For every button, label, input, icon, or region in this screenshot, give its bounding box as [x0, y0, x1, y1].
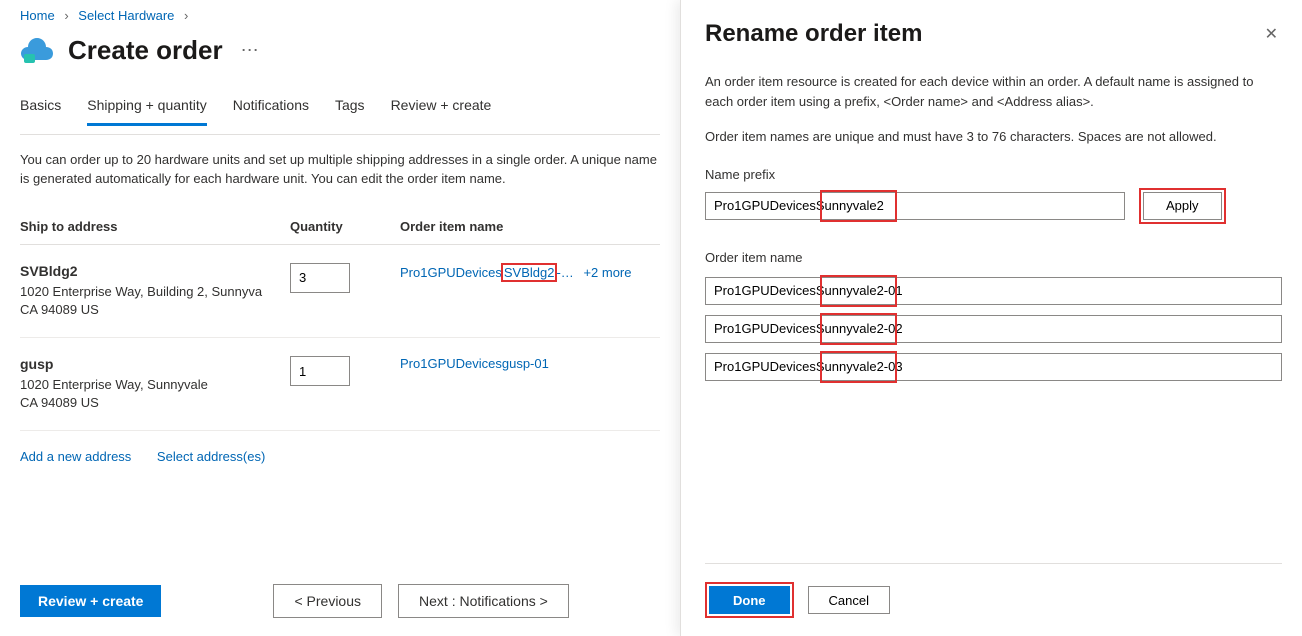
tab-review-create[interactable]: Review + create — [391, 89, 492, 126]
order-item-link[interactable]: Pro1GPUDevicesgusp-01 — [400, 356, 549, 371]
quantity-input[interactable] — [290, 356, 350, 386]
close-icon[interactable]: ✕ — [1261, 20, 1282, 48]
address-line: 1020 Enterprise Way, Sunnyvale — [20, 376, 290, 394]
order-item-name-input[interactable] — [705, 315, 1282, 343]
tab-tags[interactable]: Tags — [335, 89, 365, 126]
name-prefix-label: Name prefix — [705, 167, 1282, 182]
item-name-prefix: Pro1GPUDevices — [400, 265, 502, 280]
more-actions-icon[interactable]: ⋯ — [237, 40, 263, 61]
tab-notifications[interactable]: Notifications — [233, 89, 309, 126]
apply-button[interactable]: Apply — [1143, 192, 1222, 220]
cloud-device-icon — [20, 33, 54, 67]
table-header: Ship to address Quantity Order item name — [20, 209, 660, 245]
table-row: SVBldg2 1020 Enterprise Way, Building 2,… — [20, 245, 660, 338]
address-line: CA 94089 US — [20, 394, 290, 412]
previous-button[interactable]: < Previous — [273, 584, 382, 618]
done-button[interactable]: Done — [709, 586, 790, 614]
wizard-footer: Review + create < Previous Next : Notifi… — [20, 584, 569, 618]
highlight-box: Done — [705, 582, 794, 618]
chevron-right-icon: › — [64, 8, 68, 23]
tab-shipping-quantity[interactable]: Shipping + quantity — [87, 89, 206, 126]
col-quantity: Quantity — [290, 219, 400, 234]
address-actions: Add a new address Select address(es) — [20, 449, 660, 464]
address-alias: SVBldg2 — [20, 263, 290, 279]
highlight-box: SVBldg2 — [501, 263, 558, 282]
address-line: 1020 Enterprise Way, Building 2, Sunnyva — [20, 283, 290, 301]
breadcrumb-select-hardware[interactable]: Select Hardware — [78, 8, 174, 23]
panel-title: Rename order item — [705, 20, 922, 48]
select-addresses-link[interactable]: Select address(es) — [157, 449, 265, 464]
panel-footer: Done Cancel — [705, 563, 1282, 636]
order-item-name-input[interactable] — [705, 353, 1282, 381]
col-item-name: Order item name — [400, 219, 660, 234]
order-item-link[interactable]: Pro1GPUDevicesSVBldg2-… — [400, 265, 577, 280]
divider — [20, 134, 660, 135]
name-prefix-input[interactable] — [705, 192, 1125, 220]
wizard-tabs: Basics Shipping + quantity Notifications… — [20, 89, 660, 126]
highlight-box: Apply — [1139, 188, 1226, 224]
more-items-link[interactable]: +2 more — [583, 265, 631, 280]
next-button[interactable]: Next : Notifications > — [398, 584, 569, 618]
tab-basics[interactable]: Basics — [20, 89, 61, 126]
address-cell: SVBldg2 1020 Enterprise Way, Building 2,… — [20, 263, 290, 319]
rename-order-item-panel: Rename order item ✕ An order item resour… — [680, 0, 1302, 636]
order-item-name-input[interactable] — [705, 277, 1282, 305]
col-ship-to: Ship to address — [20, 219, 290, 234]
table-row: gusp 1020 Enterprise Way, Sunnyvale CA 9… — [20, 338, 660, 431]
add-address-link[interactable]: Add a new address — [20, 449, 131, 464]
item-name-suffix: -… — [556, 265, 573, 280]
panel-description: An order item resource is created for ea… — [705, 72, 1282, 111]
quantity-input[interactable] — [290, 263, 350, 293]
create-order-page: Home › Select Hardware › Create order ⋯ … — [0, 0, 680, 636]
page-title: Create order — [68, 35, 223, 66]
cancel-button[interactable]: Cancel — [808, 586, 890, 614]
review-create-button[interactable]: Review + create — [20, 585, 161, 617]
address-cell: gusp 1020 Enterprise Way, Sunnyvale CA 9… — [20, 356, 290, 412]
address-alias: gusp — [20, 356, 290, 372]
panel-description: Order item names are unique and must hav… — [705, 127, 1282, 147]
address-line: CA 94089 US — [20, 301, 290, 319]
breadcrumb: Home › Select Hardware › — [20, 8, 660, 23]
page-description: You can order up to 20 hardware units an… — [20, 151, 660, 189]
order-item-name-label: Order item name — [705, 250, 1282, 265]
chevron-right-icon: › — [184, 8, 188, 23]
breadcrumb-home[interactable]: Home — [20, 8, 55, 23]
